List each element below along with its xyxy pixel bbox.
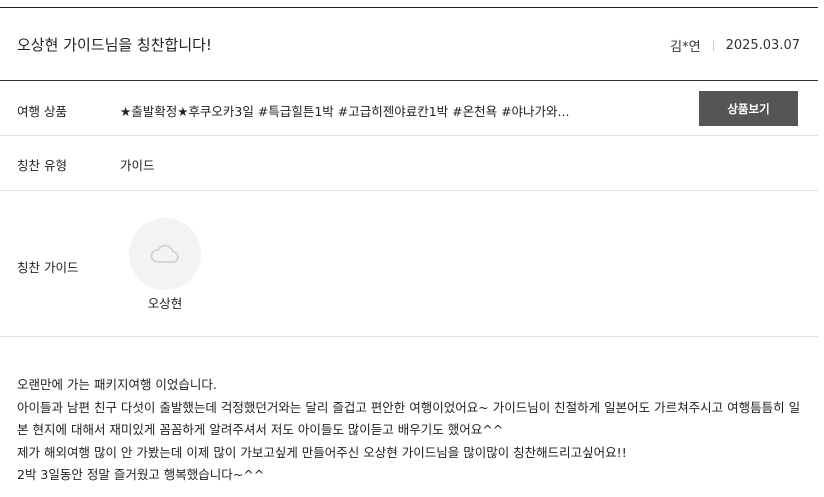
- content-line: 아이들과 남편 친구 다섯이 출발했는데 걱정했던거와는 달리 즐겁고 편안한 …: [17, 399, 801, 415]
- row-divider: [0, 336, 818, 337]
- product-name[interactable]: ★출발확정★후쿠오카3일 #특급힐튼1박 #고급히젠야료칸1박 #온천욕 #야나…: [120, 101, 569, 120]
- review-meta: 김*연 2025.03.07: [670, 36, 800, 55]
- content-line: 본 현지에 대해서 재미있게 꼼꼼하게 알려주셔서 저도 아이들도 많이듣고 배…: [17, 422, 504, 437]
- type-value: 가이드: [120, 158, 155, 173]
- content-line: 오랜만에 가는 패키지여행 이었습니다.: [17, 377, 217, 392]
- header-divider: [0, 80, 818, 81]
- cloud-icon: [150, 244, 179, 263]
- row-divider: [0, 190, 818, 191]
- review-title: 오상현 가이드님을 칭찬합니다!: [17, 36, 212, 54]
- review-content: 오랜만에 가는 패키지여행 이었습니다. 아이들과 남편 친구 다섯이 출발했는…: [17, 374, 807, 487]
- guide-avatar: [129, 218, 201, 290]
- product-label: 여행 상품: [17, 104, 67, 119]
- view-product-button[interactable]: 상품보기: [699, 91, 798, 126]
- review-detail: 오상현 가이드님을 칭찬합니다! 김*연 2025.03.07 여행 상품 ★출…: [0, 0, 818, 497]
- review-date: 2025.03.07: [725, 38, 800, 53]
- type-label: 칭찬 유형: [17, 158, 67, 173]
- content-line: 2박 3일동안 정말 즐거웠고 행복했습니다~^^: [17, 467, 265, 482]
- guide-label: 칭찬 가이드: [17, 260, 79, 275]
- meta-separator: [712, 40, 714, 51]
- row-divider: [0, 135, 818, 136]
- review-author: 김*연: [670, 40, 701, 55]
- content-line: 제가 해외여행 많이 안 가봤는데 이제 많이 가보고싶게 만들어주신 오상현 …: [17, 444, 627, 460]
- top-divider: [0, 7, 818, 8]
- guide-name: 오상현: [147, 296, 183, 311]
